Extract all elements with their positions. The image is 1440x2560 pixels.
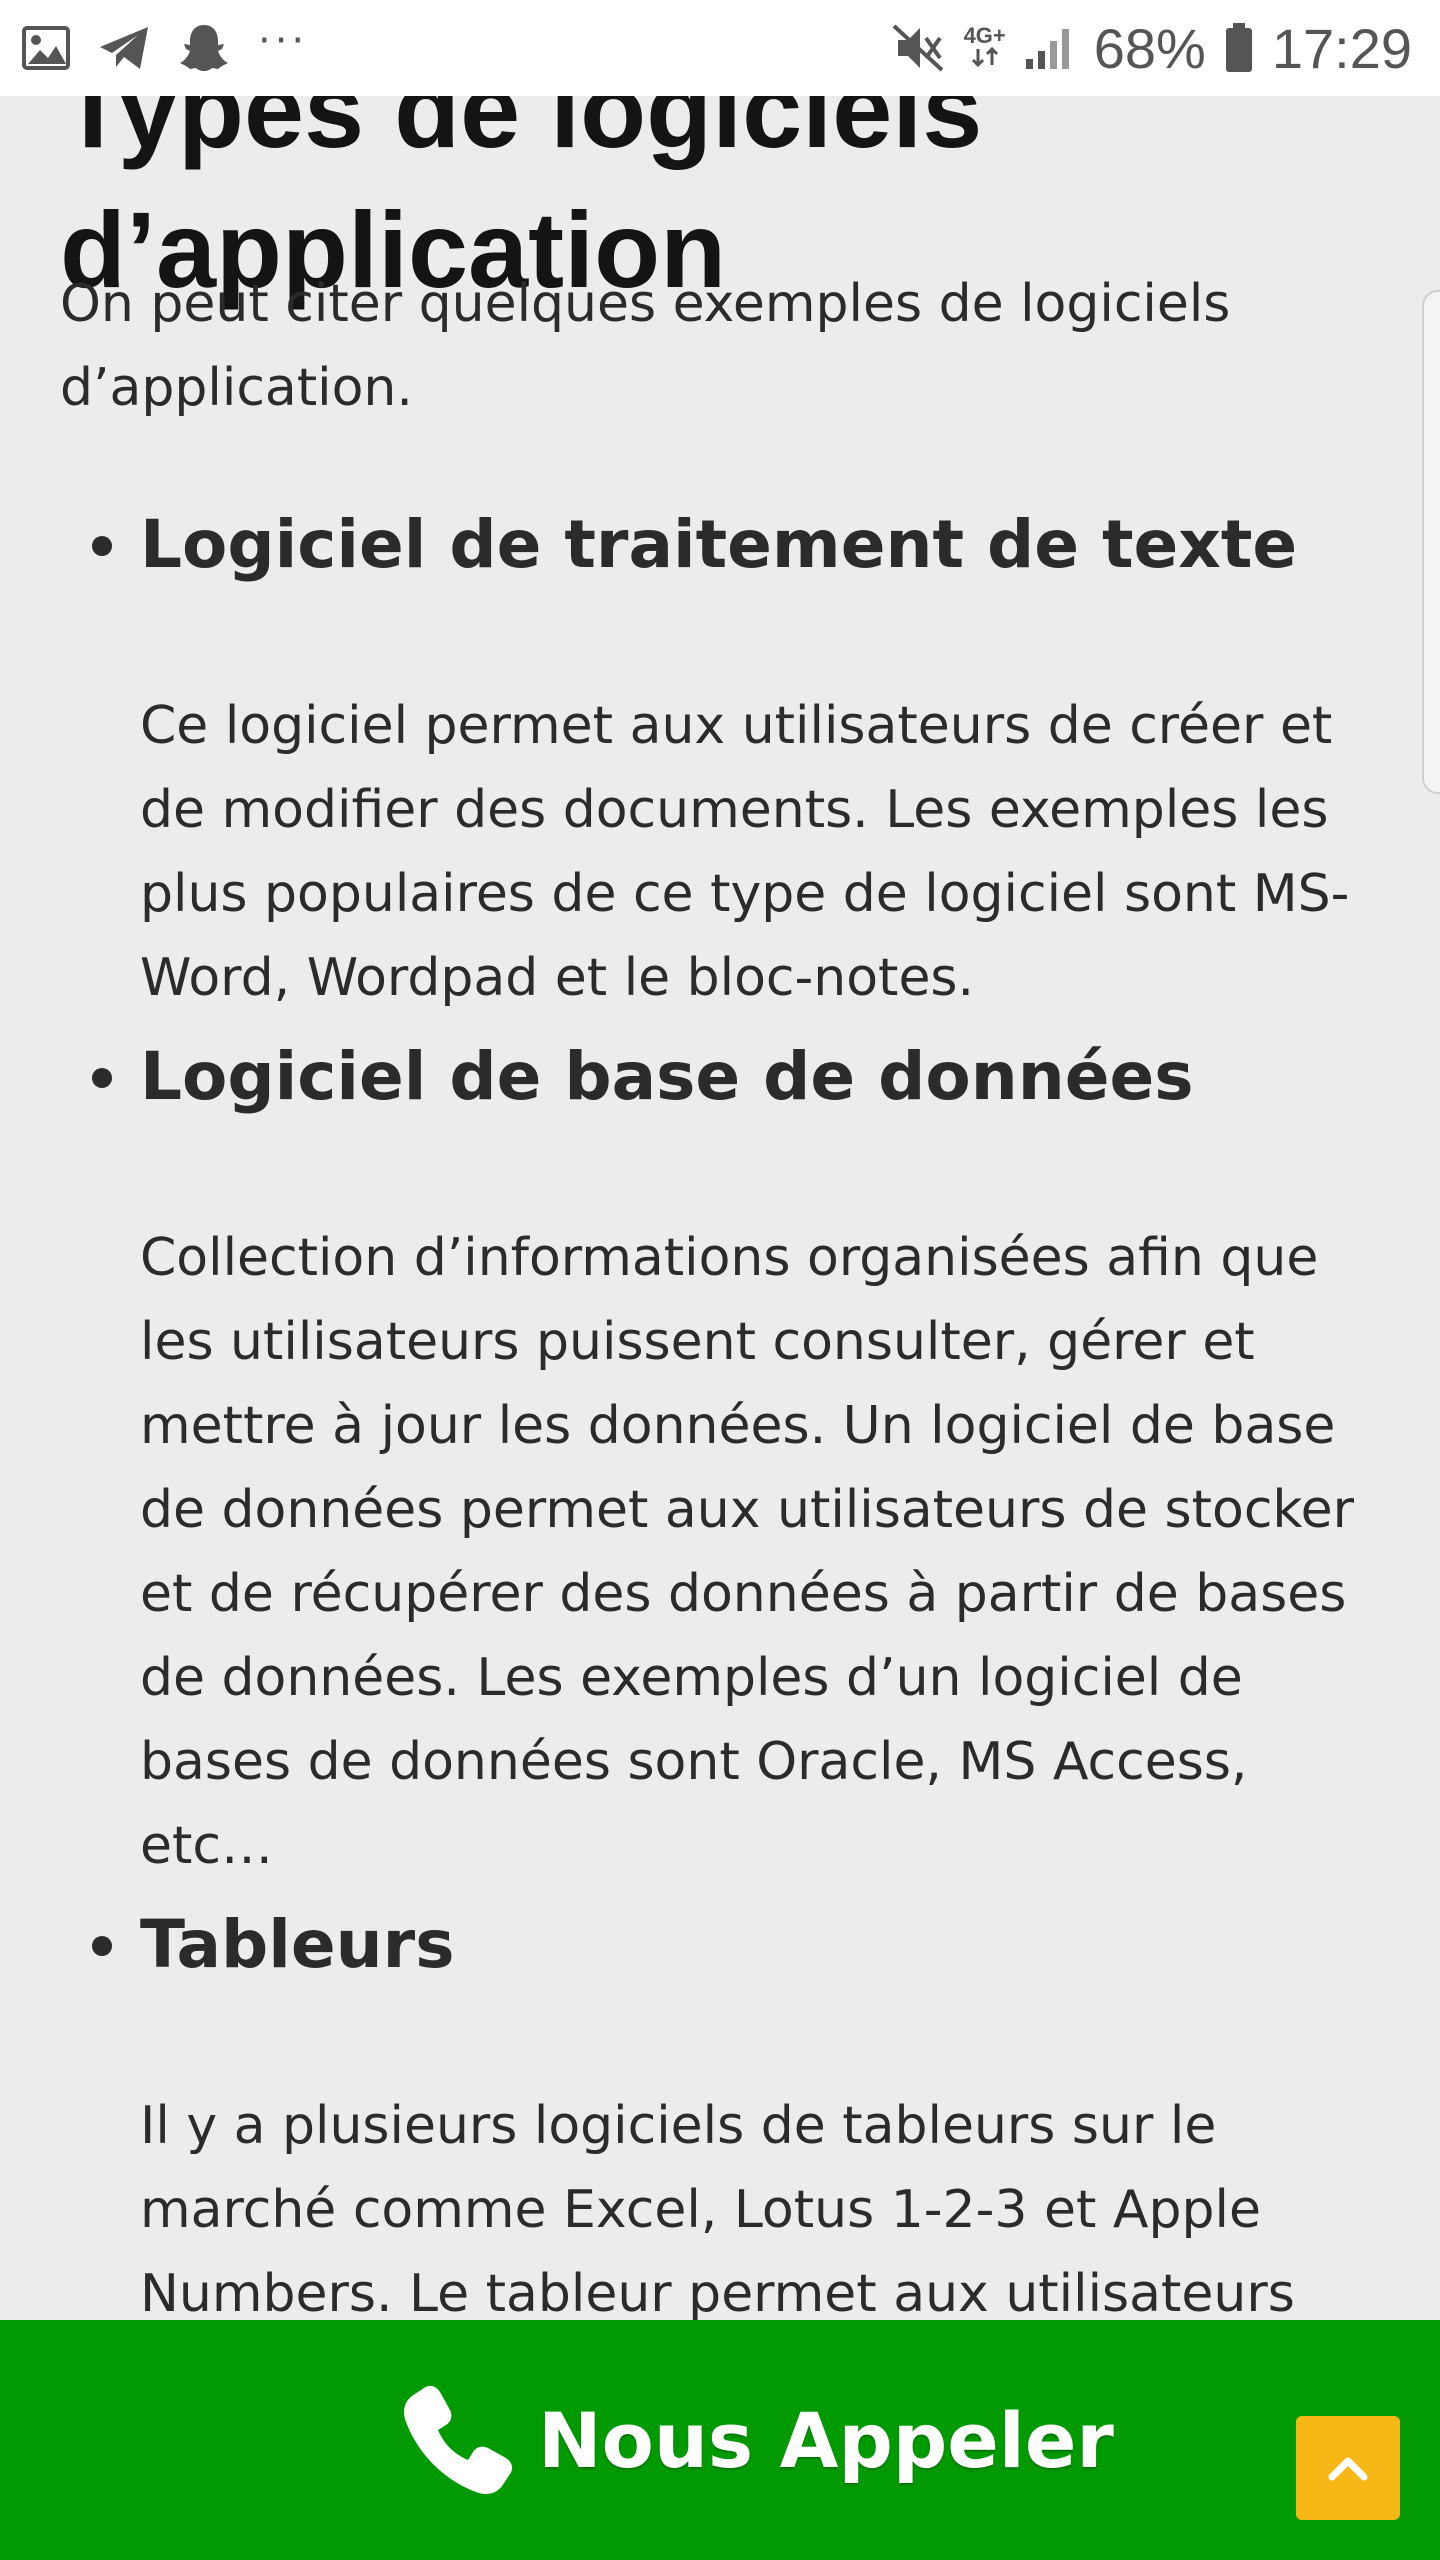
more-icon: ··· <box>258 18 309 64</box>
item-title-spreadsheets: Tableurs <box>140 1906 455 1983</box>
intro-paragraph: On peut citer quelques exemples de logic… <box>60 274 1231 418</box>
status-bar: ··· 4G+ 68% 17:29 <box>0 0 1440 96</box>
mute-icon <box>890 22 946 74</box>
article-content: Types de logiciels d’application On peut… <box>0 0 1440 2560</box>
call-us-label: Nous Appeler <box>538 2395 1114 2485</box>
clock-time: 17:29 <box>1271 16 1412 80</box>
back-to-top-button[interactable] <box>1296 2416 1400 2520</box>
scrollbar-thumb[interactable] <box>1422 290 1440 794</box>
list-bullet <box>92 1068 112 1088</box>
signal-icon <box>1024 25 1076 71</box>
telegram-icon <box>98 25 150 71</box>
call-bar: Nous Appeler <box>0 2320 1440 2560</box>
item-description-spreadsheets: Il y a plusieurs logiciels de tableurs s… <box>140 2096 1295 2324</box>
call-us-button[interactable]: Nous Appeler <box>400 2380 1114 2500</box>
phone-icon <box>400 2382 516 2498</box>
snapchat-icon <box>178 23 230 73</box>
chevron-up-icon <box>1328 2455 1368 2481</box>
list-bullet <box>92 1936 112 1956</box>
battery-icon <box>1224 22 1254 74</box>
item-title-word-processing: Logiciel de traitement de texte <box>140 506 1298 583</box>
item-title-database: Logiciel de base de données <box>140 1038 1194 1115</box>
network-4g-icon: 4G+ <box>964 25 1006 71</box>
gallery-icon <box>22 26 70 70</box>
item-description-word-processing: Ce logiciel permet aux utilisateurs de c… <box>140 696 1350 1008</box>
battery-percent: 68% <box>1093 16 1206 80</box>
network-type: 4G+ <box>963 23 1006 48</box>
list-bullet <box>92 536 112 556</box>
item-description-database: Collection d’informations organisées afi… <box>140 1228 1355 1876</box>
